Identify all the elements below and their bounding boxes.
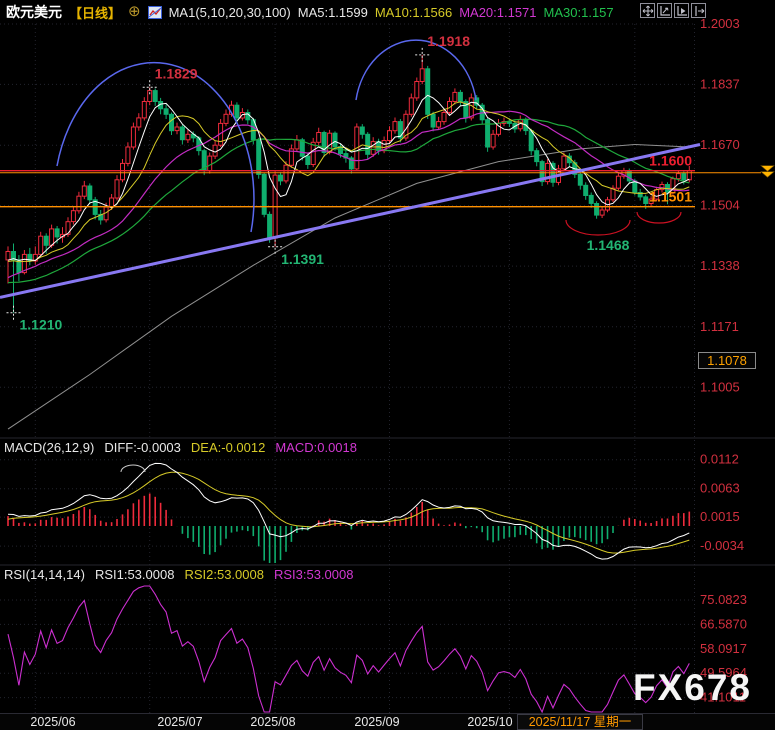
ellipse-annotation[interactable] — [566, 220, 630, 235]
month-label: 2025/09 — [354, 715, 399, 729]
ma-settings-label: MA1(5,10,20,30,100) — [169, 5, 291, 20]
month-label: 2025/10 — [467, 715, 512, 729]
ma5-value: MA5:1.1599 — [298, 5, 368, 20]
price-marker-icon — [761, 166, 774, 172]
macd-axis-label: -0.0034 — [700, 538, 744, 553]
chart-canvas[interactable]: 1.1210 1.1829 1.1391 1.1918 1.1468 1.1600 1.15… — [0, 0, 775, 729]
add-circle-icon[interactable]: ⊕ — [128, 5, 141, 19]
rsi-params-label: RSI(14,14,14) — [4, 567, 85, 582]
chart-type-icon[interactable] — [148, 6, 162, 19]
macd-axis-label: 0.0015 — [700, 509, 740, 524]
hline2-label: 1.1501 — [649, 189, 692, 205]
price-axis-label: 1.1670 — [700, 137, 740, 152]
macd-diff-value: DIFF:-0.0003 — [104, 440, 181, 455]
ma30-value: MA30:1.157 — [544, 5, 614, 20]
selected-date-label: 2025/11/17 星期一 — [517, 714, 643, 730]
price-axis-label: 1.1005 — [700, 379, 740, 394]
month-label: 2025/08 — [250, 715, 295, 729]
rsi1-value: RSI1:53.0008 — [95, 567, 175, 582]
rsi-header: RSI(14,14,14) RSI1:53.0008 RSI2:53.0008 … — [4, 567, 353, 582]
price-axis-label: 1.1504 — [700, 198, 740, 213]
extreme-price-label: 1.1391 — [281, 251, 324, 267]
extreme-price-label: 1.1210 — [20, 317, 63, 333]
watermark: FX678 — [633, 667, 752, 709]
extreme-price-label: 1.1829 — [155, 65, 198, 81]
trading-chart-window: 1.1210 1.1829 1.1391 1.1918 1.1468 1.1600 1.15… — [0, 0, 775, 729]
extreme-price-label: 1.1918 — [427, 33, 470, 49]
macd-params-label: MACD(26,12,9) — [4, 440, 94, 455]
shift-right-tool-icon[interactable] — [691, 3, 706, 18]
macd-header: MACD(26,12,9) DIFF:-0.0003 DEA:-0.0012 M… — [4, 440, 357, 455]
hline1-label: 1.1600 — [649, 153, 692, 169]
rsi3-value: RSI3:53.0008 — [274, 567, 354, 582]
price-axis-highlight: 1.1078 — [698, 352, 756, 369]
ma10-value: MA10:1.1566 — [375, 5, 452, 20]
pan-tool-icon[interactable] — [640, 3, 655, 18]
rsi2-value: RSI2:53.0008 — [184, 567, 264, 582]
macd-line — [8, 472, 689, 553]
macd-axis-label: 0.0063 — [700, 481, 740, 496]
chart-toolbar — [640, 3, 706, 18]
rsi-axis-label: 66.5870 — [700, 616, 747, 631]
macd-axis-label: 0.0112 — [700, 452, 739, 467]
macd-dea-value: DEA:-0.0012 — [191, 440, 265, 455]
rsi-axis-label: 75.0823 — [700, 592, 747, 607]
month-label: 2025/06 — [30, 715, 75, 729]
time-axis[interactable]: 2025/06 2025/07 2025/08 2025/09 2025/10 … — [0, 713, 775, 730]
month-label: 2025/07 — [157, 715, 202, 729]
period-label[interactable]: 【日线】 — [69, 3, 121, 22]
double-bottom-label: 1.1468 — [587, 237, 630, 253]
price-axis-label: 1.1338 — [700, 258, 740, 273]
price-axis-label: 1.1837 — [700, 76, 740, 91]
macd-macd-value: MACD:0.0018 — [275, 440, 357, 455]
ellipse-annotation[interactable] — [637, 212, 681, 223]
ma5-line — [8, 95, 689, 260]
rsi-axis-label: 58.0917 — [700, 641, 747, 656]
axis-zoom-tool-icon[interactable] — [657, 3, 672, 18]
price-axis-label: 1.1171 — [700, 319, 739, 334]
price-marker-icon — [761, 172, 774, 178]
symbol-name: 欧元美元 — [6, 2, 62, 22]
axis-play-tool-icon[interactable] — [674, 3, 689, 18]
ma20-value: MA20:1.1571 — [459, 5, 536, 20]
macd-ellipse-annotation — [121, 465, 145, 472]
